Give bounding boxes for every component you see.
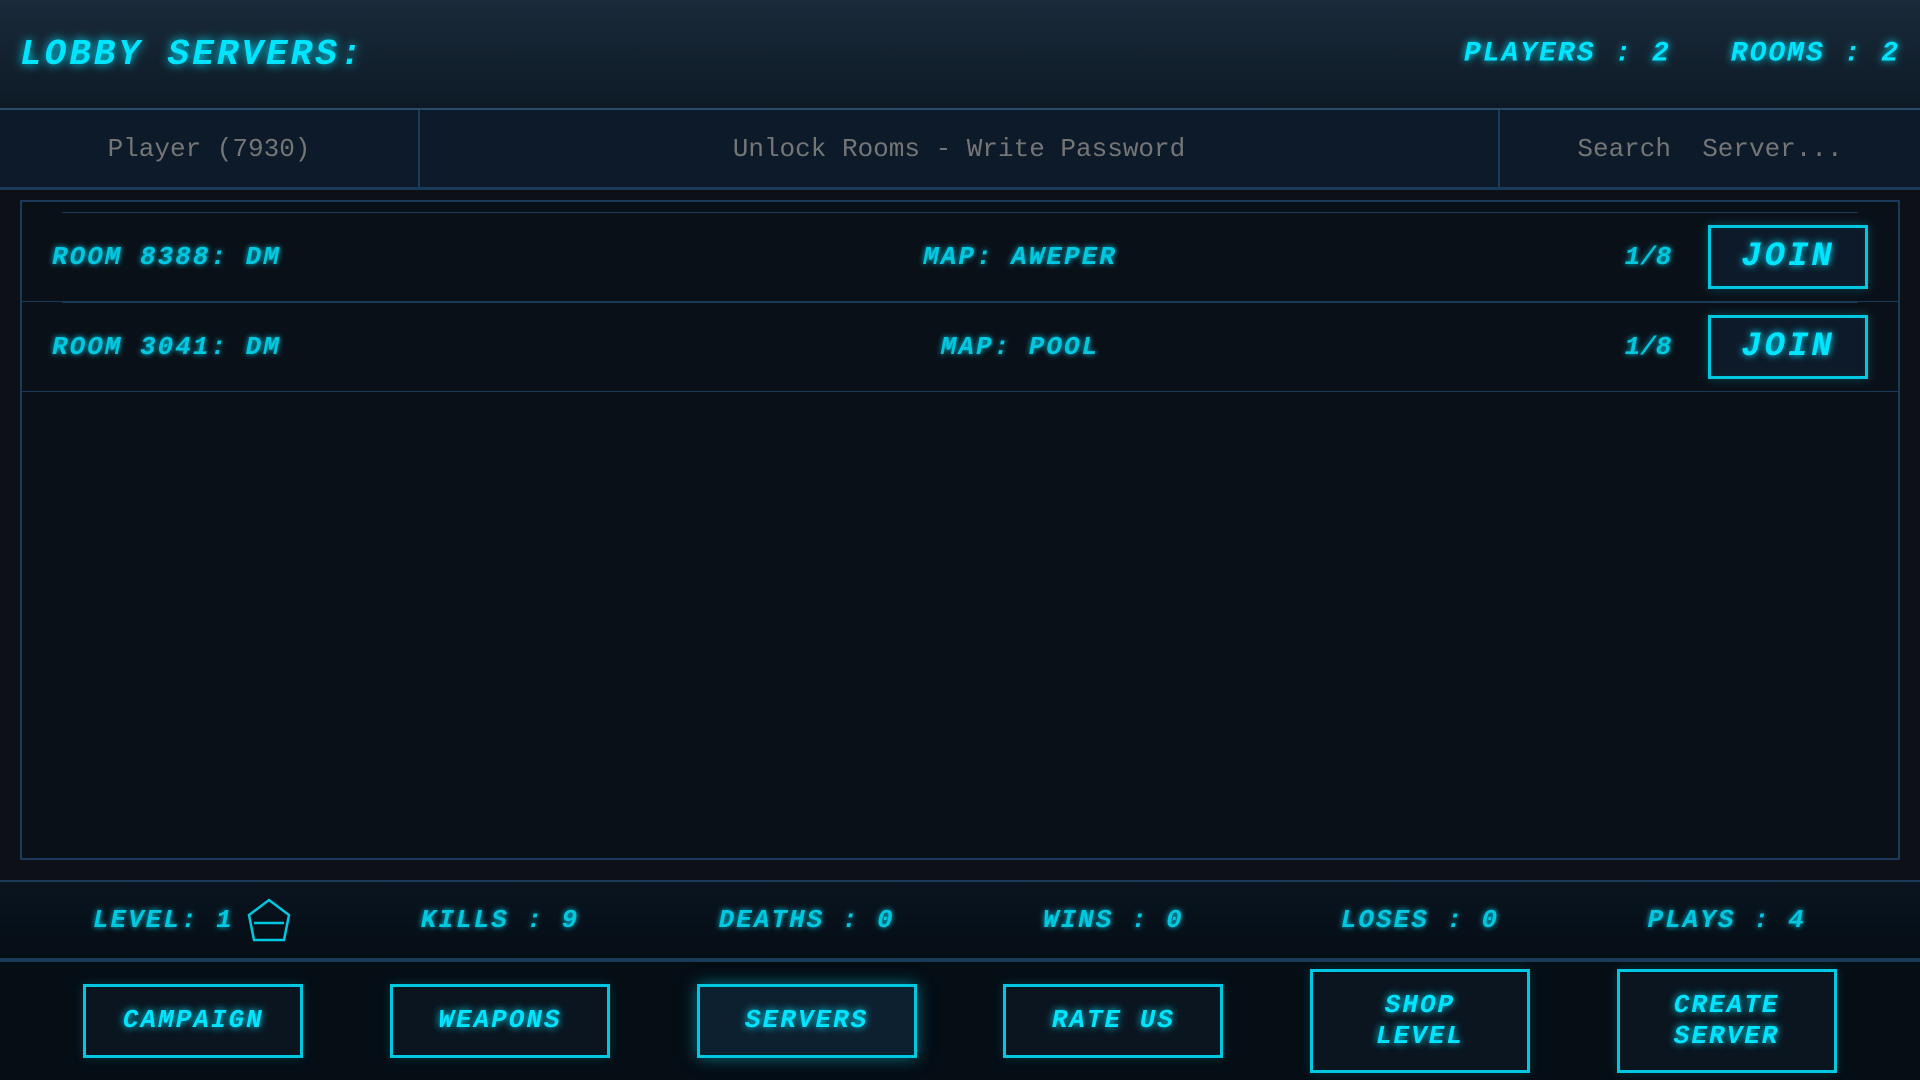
input-row: [0, 110, 1920, 190]
rooms-stat: ROOMS : 2: [1731, 39, 1900, 70]
room-name: ROOM 8388: DM: [52, 242, 452, 272]
header: LOBBY SERVERS: PLAYERS : 2 ROOMS : 2: [0, 0, 1920, 110]
shop-level-button[interactable]: SHOP LEVEL: [1310, 969, 1530, 1073]
weapons-button[interactable]: WEAPONS: [390, 984, 610, 1057]
room-players: 1/8: [1588, 332, 1708, 362]
table-row: ROOM 3041: DM MAP: POOL 1/8 JOIN: [22, 302, 1898, 392]
players-stat: PLAYERS : 2: [1464, 39, 1671, 70]
room-players: 1/8: [1588, 242, 1708, 272]
kills-stat: KILLS : 9: [347, 905, 654, 935]
room-name: ROOM 3041: DM: [52, 332, 452, 362]
campaign-button[interactable]: CAMPAIGN: [83, 984, 303, 1057]
room-map: MAP: AWEPER: [452, 242, 1588, 272]
loses-stat: LOSES : 0: [1267, 905, 1574, 935]
join-button-1[interactable]: JOIN: [1708, 225, 1868, 289]
wins-stat: WINS : 0: [960, 905, 1267, 935]
room-map: MAP: POOL: [452, 332, 1588, 362]
deaths-stat: DEATHS : 0: [653, 905, 960, 935]
room-list: ROOM 8388: DM MAP: AWEPER 1/8 JOIN ROOM …: [22, 202, 1898, 402]
lobby-title: LOBBY SERVERS:: [20, 34, 440, 75]
join-button-2[interactable]: JOIN: [1708, 315, 1868, 379]
nav-bar: CAMPAIGN WEAPONS SERVERS RATE US SHOP LE…: [0, 960, 1920, 1080]
search-input[interactable]: [1500, 110, 1920, 187]
stats-bar: LEVEL: 1 KILLS : 9 DEATHS : 0 WINS : 0 L…: [0, 880, 1920, 960]
main-content: ROOM 8388: DM MAP: AWEPER 1/8 JOIN ROOM …: [20, 200, 1900, 860]
servers-button[interactable]: SERVERS: [697, 984, 917, 1057]
create-server-button[interactable]: CREATE SERVER: [1617, 969, 1837, 1073]
rate-us-button[interactable]: RATE US: [1003, 984, 1223, 1057]
player-input[interactable]: [0, 110, 420, 187]
level-badge-icon: [244, 895, 294, 945]
level-stat: LEVEL: 1: [40, 895, 347, 945]
header-stats: PLAYERS : 2 ROOMS : 2: [1464, 39, 1900, 70]
plays-stat: PLAYS : 4: [1573, 905, 1880, 935]
password-input[interactable]: [420, 110, 1500, 187]
table-row: ROOM 8388: DM MAP: AWEPER 1/8 JOIN: [22, 212, 1898, 302]
